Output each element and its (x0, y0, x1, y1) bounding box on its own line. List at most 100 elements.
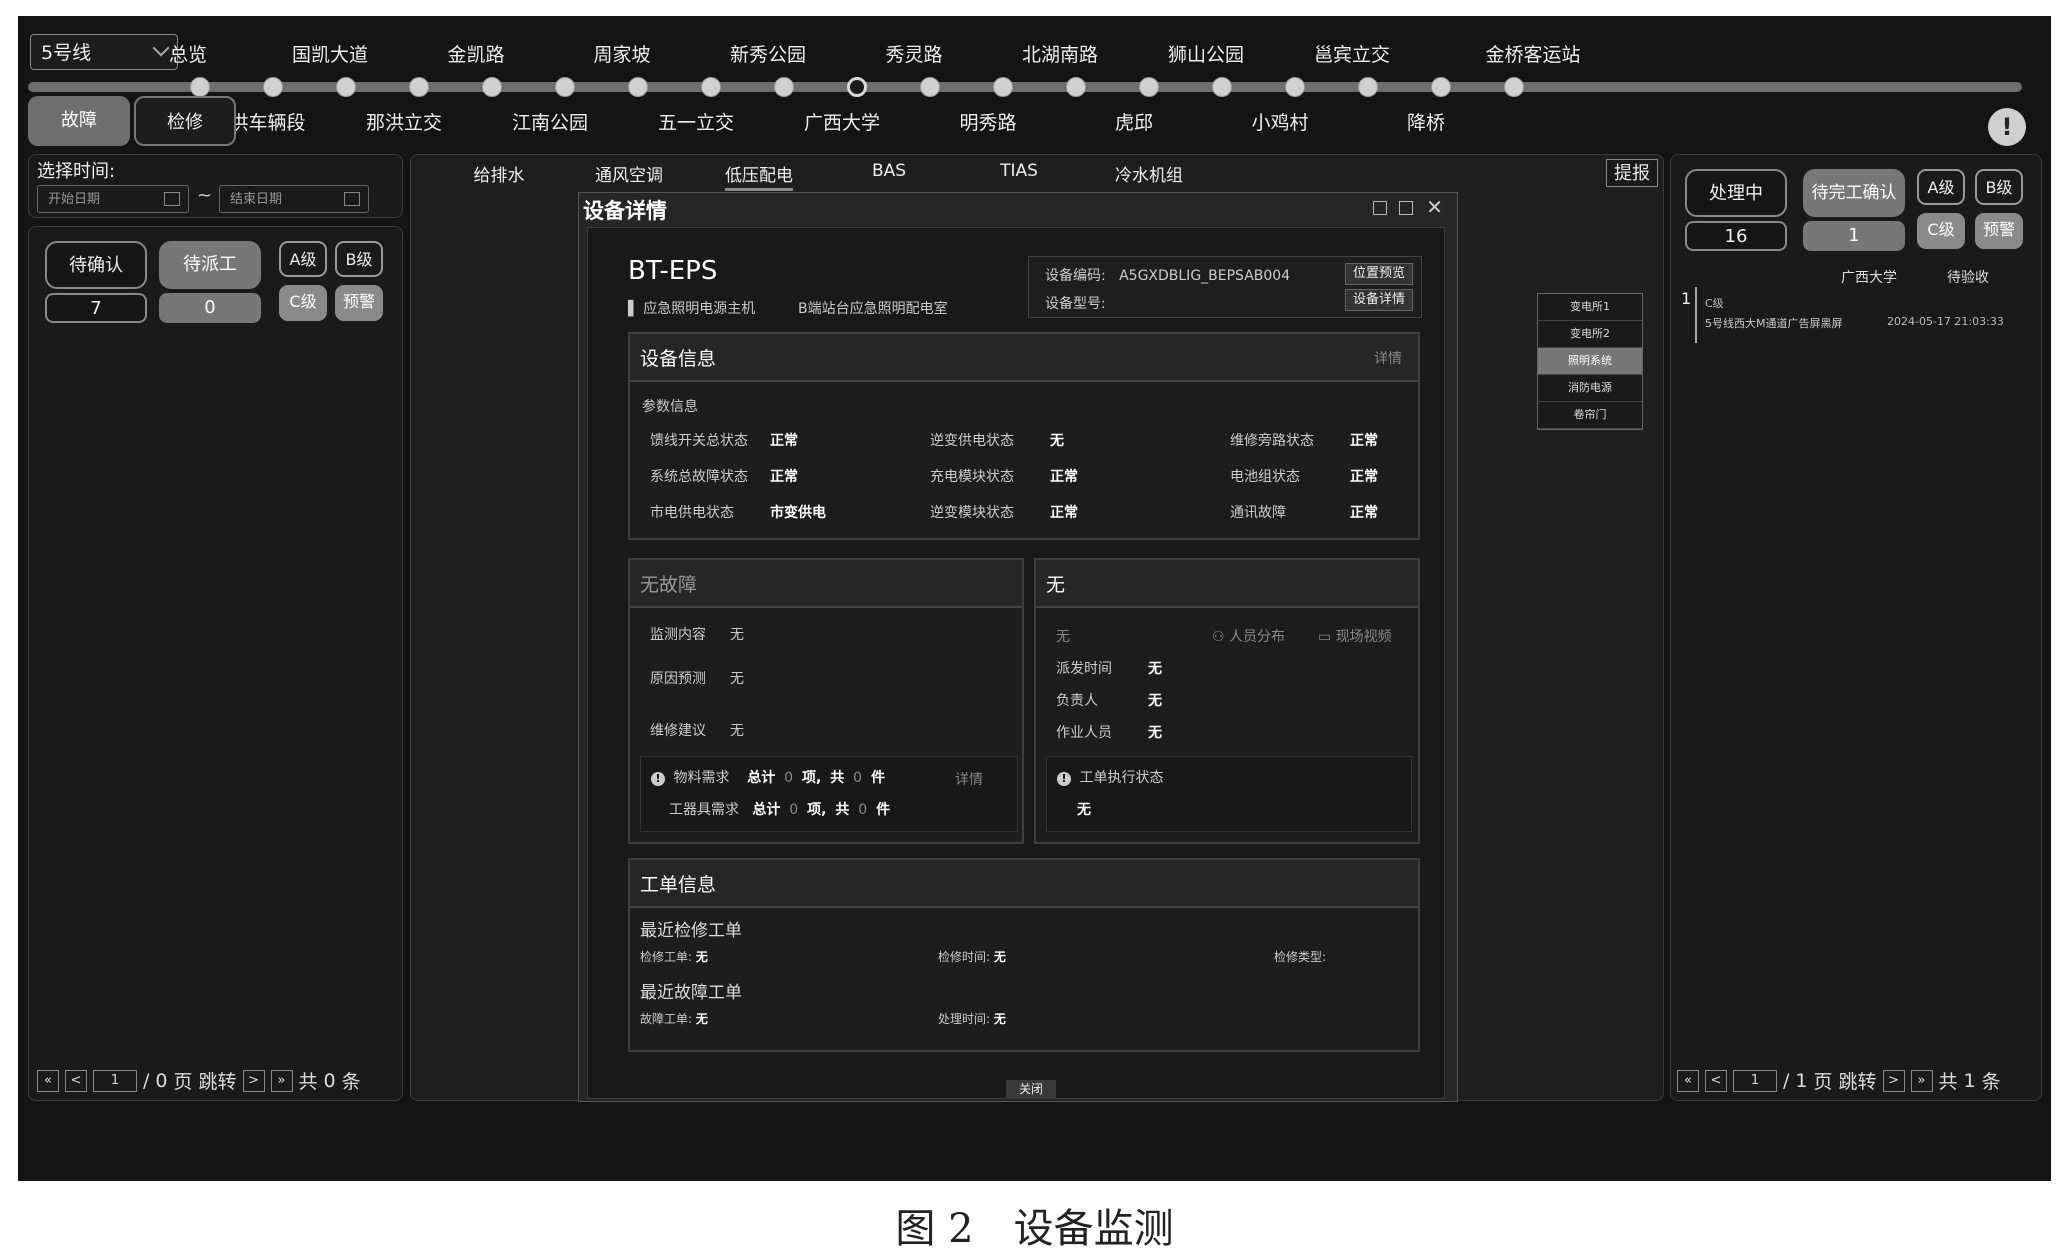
tab-tias[interactable]: TIAS (1000, 161, 1038, 181)
start-date-input[interactable]: 开始日期 (37, 185, 189, 213)
alert-icon[interactable]: ! (1988, 108, 2026, 146)
code-value: A5GXDBLIG_BEPSAB004 (1119, 268, 1291, 284)
subsystem-item[interactable]: 变电所1 (1538, 294, 1642, 321)
next-page-button[interactable]: > (1882, 1069, 1905, 1092)
station-bottom-label[interactable]: 明秀路 (959, 108, 1016, 135)
position-preview-button[interactable]: 位置预览 (1345, 263, 1413, 285)
pending-finish-button[interactable]: 待完工确认 (1803, 169, 1905, 217)
close-icon[interactable]: ✕ (1426, 195, 1443, 219)
station-top-label[interactable]: 总览 (169, 40, 207, 67)
first-page-button[interactable]: « (1677, 1069, 1699, 1092)
pending-finish-count: 1 (1803, 221, 1905, 251)
station-dot[interactable] (993, 77, 1013, 97)
tab-low-voltage[interactable]: 低压配电 (725, 161, 793, 191)
station-top-label[interactable]: 金凯路 (447, 40, 504, 67)
end-date-input[interactable]: 结束日期 (219, 185, 369, 213)
subsystem-item[interactable]: 变电所2 (1538, 321, 1642, 348)
station-bottom-label[interactable]: 小鸡村 (1251, 108, 1308, 135)
station-dot[interactable] (190, 77, 210, 97)
station-dot[interactable] (774, 77, 794, 97)
demand-box: ! 物料需求 总计 0 项, 共 0 件 详情 工器具需求 总计 0 项, 共 … (640, 756, 1018, 832)
tab-water[interactable]: 给排水 (474, 161, 525, 186)
station-top-label[interactable]: 周家坡 (593, 40, 650, 67)
station-dot[interactable] (336, 77, 356, 97)
device-detail-button[interactable]: 设备详情 (1345, 289, 1413, 311)
station-dot[interactable] (1504, 77, 1524, 97)
last-page-button[interactable]: » (1910, 1069, 1933, 1092)
fault-mode-button[interactable]: 故障 (28, 96, 130, 146)
level-a-button[interactable]: A级 (279, 241, 327, 277)
tab-hvac[interactable]: 通风空调 (595, 161, 663, 186)
station-top-label[interactable]: 新秀公园 (730, 40, 806, 67)
station-dot[interactable] (1066, 77, 1086, 97)
worker-value: 无 (1148, 725, 1162, 741)
station-top-label[interactable]: 北湖南路 (1022, 40, 1098, 67)
station-top-label[interactable]: 国凯大道 (292, 40, 368, 67)
station-dot[interactable] (701, 77, 721, 97)
station-dot[interactable] (1285, 77, 1305, 97)
report-button[interactable]: 提报 (1606, 159, 1658, 187)
subsystem-item-active[interactable]: 照明系统 (1538, 348, 1642, 375)
pending-confirm-button[interactable]: 待确认 (45, 241, 147, 289)
first-page-button[interactable]: « (37, 1069, 59, 1092)
station-dot-current[interactable] (847, 77, 867, 97)
last-page-button[interactable]: » (270, 1069, 293, 1092)
station-top-label[interactable]: 秀灵路 (885, 40, 942, 67)
prev-page-button[interactable]: < (65, 1069, 87, 1092)
subsystem-item[interactable]: 消防电源 (1538, 375, 1642, 402)
warning-button[interactable]: 预警 (1975, 213, 2023, 249)
jump-button[interactable]: 跳转 (199, 1067, 237, 1094)
repair-time-row: 检修时间: 无 (938, 948, 1006, 965)
station-dot[interactable] (1431, 77, 1451, 97)
modal-close-button[interactable]: 关闭 (1006, 1080, 1056, 1098)
subsystem-item[interactable]: 卷帘门 (1538, 402, 1642, 429)
order-list-item[interactable]: 1 C级 5号线西大M通道广告屏黑屏 2024-05-17 21:03:33 (1681, 283, 2031, 347)
station-bottom-label[interactable]: 那洪立交 (366, 108, 442, 135)
page-input[interactable]: 1 (1733, 1069, 1777, 1092)
pending-dispatch-button[interactable]: 待派工 (159, 241, 261, 289)
station-dot[interactable] (628, 77, 648, 97)
device-info-detail-link[interactable]: 详情 (1374, 348, 1402, 368)
minimize-icon[interactable] (1373, 201, 1387, 215)
prev-page-button[interactable]: < (1705, 1069, 1727, 1092)
station-dot[interactable] (1358, 77, 1378, 97)
processing-button[interactable]: 处理中 (1685, 169, 1787, 217)
demand-detail-link[interactable]: 详情 (955, 769, 983, 789)
station-dot[interactable] (920, 77, 940, 97)
param-value: 无 (1050, 433, 1064, 449)
level-a-button[interactable]: A级 (1917, 169, 1965, 205)
next-page-button[interactable]: > (242, 1069, 265, 1092)
station-bottom-label[interactable]: 五一立交 (658, 108, 734, 135)
station-dot[interactable] (482, 77, 502, 97)
level-b-button[interactable]: B级 (335, 241, 383, 277)
station-top-label[interactable]: 金桥客运站 (1485, 40, 1580, 67)
tab-bas[interactable]: BAS (872, 161, 906, 181)
station-dot[interactable] (1212, 77, 1232, 97)
station-top-label[interactable]: 邕宾立交 (1314, 40, 1390, 67)
station-dot[interactable] (1139, 77, 1159, 97)
item-index: 1 (1681, 289, 1692, 308)
station-bottom-label[interactable]: 江南公园 (512, 108, 588, 135)
level-c-button[interactable]: C级 (1917, 213, 1965, 249)
station-bottom-label[interactable]: 广西大学 (804, 108, 880, 135)
right-order-panel: 处理中 16 待完工确认 1 A级 B级 C级 预警 广西大学 待验收 1 C级… (1670, 154, 2042, 1101)
station-dot[interactable] (409, 77, 429, 97)
tab-chiller[interactable]: 冷水机组 (1115, 161, 1183, 186)
material-gong: 共 (830, 770, 845, 786)
station-dot[interactable] (263, 77, 283, 97)
level-c-button[interactable]: C级 (279, 285, 327, 321)
staff-distribution-link[interactable]: ⚇ 人员分布 (1212, 626, 1285, 646)
page-input[interactable]: 1 (93, 1069, 137, 1092)
restore-icon[interactable] (1399, 201, 1413, 215)
line-select[interactable]: 5号线 (30, 34, 178, 70)
live-video-link[interactable]: ▭ 现场视频 (1318, 626, 1392, 646)
level-b-button[interactable]: B级 (1975, 169, 2023, 205)
param-label: 维修旁路状态 (1230, 433, 1314, 449)
station-bottom-label[interactable]: 虎邱 (1115, 108, 1153, 135)
warning-button[interactable]: 预警 (335, 285, 383, 321)
jump-button[interactable]: 跳转 (1839, 1067, 1877, 1094)
station-top-label[interactable]: 狮山公园 (1168, 40, 1244, 67)
station-dot[interactable] (555, 77, 575, 97)
repair-mode-button[interactable]: 检修 (134, 96, 236, 146)
station-bottom-label[interactable]: 降桥 (1407, 108, 1445, 135)
